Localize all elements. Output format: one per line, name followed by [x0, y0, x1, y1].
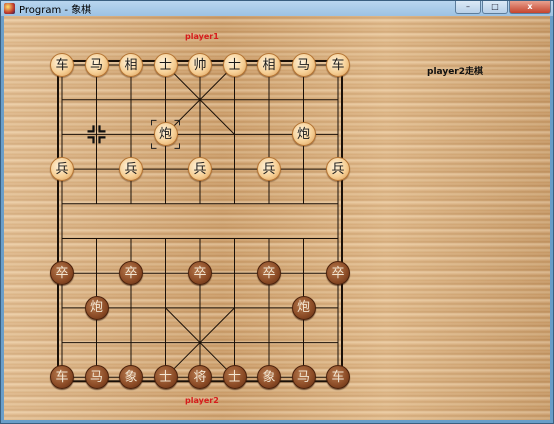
piece-label: 士: [227, 369, 241, 385]
piece-label: 兵: [262, 161, 276, 177]
piece-label: 车: [331, 369, 345, 385]
piece-light[interactable]: 士: [153, 53, 178, 77]
maximize-button[interactable]: □: [482, 1, 508, 14]
piece-label: 兵: [331, 161, 345, 177]
piece-label: 相: [124, 57, 138, 73]
piece-light[interactable]: 马: [291, 53, 316, 77]
piece-light[interactable]: 车: [326, 53, 350, 77]
close-button[interactable]: x: [509, 1, 551, 14]
piece-dark[interactable]: 卒: [257, 261, 281, 286]
app-icon: [4, 3, 15, 14]
window-controls: – □ x: [454, 1, 551, 14]
piece-label: 马: [89, 57, 103, 73]
piece-light[interactable]: 马: [84, 53, 109, 77]
piece-label: 车: [55, 57, 69, 73]
piece-light[interactable]: 兵: [326, 157, 350, 182]
piece-label: 车: [331, 57, 345, 73]
piece-dark[interactable]: 卒: [326, 261, 350, 286]
piece-light[interactable]: 帅: [188, 53, 212, 77]
turn-status: player2走棋: [427, 67, 483, 77]
piece-dark[interactable]: 象: [119, 365, 143, 390]
piece-light[interactable]: 炮: [291, 122, 316, 147]
window-title: Program - 象棋: [19, 5, 92, 16]
piece-light[interactable]: 兵: [119, 157, 143, 182]
piece-light[interactable]: 兵: [50, 157, 74, 182]
piece-label: 卒: [55, 265, 69, 281]
piece-label: 炮: [158, 126, 172, 142]
app-window: Program - 象棋 – □ x player1 player2 playe…: [0, 0, 554, 424]
piece-label: 马: [296, 57, 310, 73]
piece-dark[interactable]: 士: [222, 365, 247, 390]
piece-dark[interactable]: 炮: [84, 295, 109, 320]
piece-label: 卒: [193, 265, 207, 281]
piece-label: 马: [296, 369, 310, 385]
player-bottom-label: player2: [185, 396, 219, 405]
piece-dark[interactable]: 象: [257, 365, 281, 390]
piece-dark[interactable]: 车: [50, 365, 74, 390]
piece-label: 马: [89, 369, 103, 385]
piece-label: 炮: [89, 300, 103, 316]
piece-label: 兵: [124, 161, 138, 177]
piece-label: 相: [262, 57, 276, 73]
piece-label: 士: [158, 57, 172, 73]
game-area: player1 player2 player2走棋 车马相士帅士相马车炮炮兵兵兵…: [4, 16, 550, 420]
piece-label: 士: [158, 369, 172, 385]
piece-label: 象: [124, 369, 138, 385]
piece-label: 炮: [296, 126, 310, 142]
piece-light[interactable]: 炮: [153, 122, 178, 147]
piece-label: 卒: [331, 265, 345, 281]
piece-label: 兵: [55, 161, 69, 177]
player-top-label: player1: [185, 32, 219, 41]
piece-label: 将: [193, 369, 207, 385]
piece-label: 帅: [193, 57, 207, 73]
piece-light[interactable]: 车: [50, 53, 74, 77]
minimize-button[interactable]: –: [455, 1, 481, 14]
piece-dark[interactable]: 卒: [50, 261, 74, 286]
piece-light[interactable]: 士: [222, 53, 247, 77]
piece-dark[interactable]: 马: [291, 365, 316, 390]
piece-dark[interactable]: 车: [326, 365, 350, 390]
piece-dark[interactable]: 卒: [188, 261, 212, 286]
piece-label: 车: [55, 369, 69, 385]
piece-light[interactable]: 相: [257, 53, 281, 77]
piece-dark[interactable]: 士: [153, 365, 178, 390]
piece-label: 象: [262, 369, 276, 385]
piece-dark[interactable]: 炮: [291, 295, 316, 320]
piece-label: 士: [227, 57, 241, 73]
title-bar[interactable]: Program - 象棋 – □ x: [1, 1, 553, 16]
piece-label: 炮: [296, 300, 310, 316]
piece-light[interactable]: 兵: [188, 157, 212, 182]
piece-dark[interactable]: 将: [188, 365, 212, 390]
piece-label: 卒: [262, 265, 276, 281]
piece-dark[interactable]: 马: [84, 365, 109, 390]
piece-dark[interactable]: 卒: [119, 261, 143, 286]
piece-light[interactable]: 兵: [257, 157, 281, 182]
piece-label: 兵: [193, 161, 207, 177]
piece-light[interactable]: 相: [119, 53, 143, 77]
piece-label: 卒: [124, 265, 138, 281]
